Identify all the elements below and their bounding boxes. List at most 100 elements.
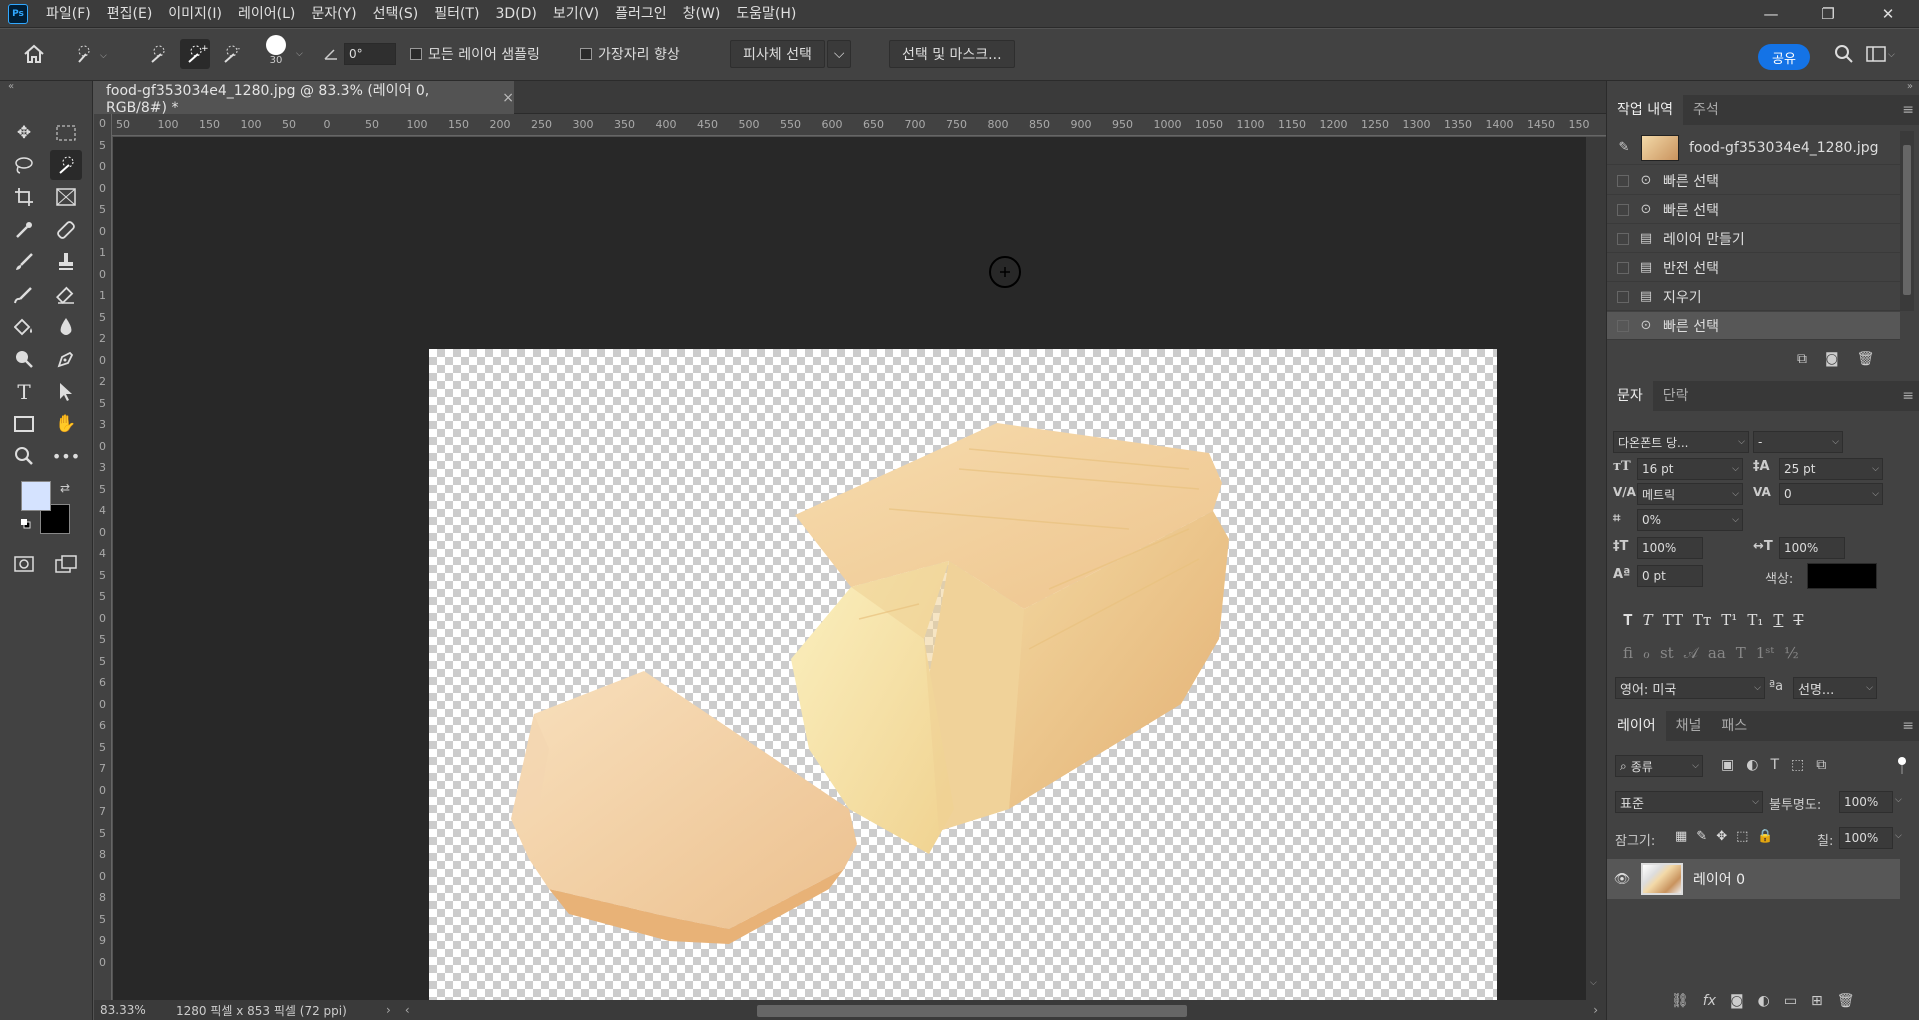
history-brush-tool-icon[interactable]	[8, 280, 40, 310]
history-scroll-thumb[interactable]	[1903, 145, 1911, 295]
hand-tool-icon[interactable]: ✋	[50, 409, 82, 439]
discretionary-ligature-icon[interactable]: st	[1660, 644, 1674, 662]
new-layer-icon[interactable]: ⊞	[1811, 993, 1823, 1009]
clone-stamp-tool-icon[interactable]	[50, 247, 82, 277]
lasso-tool-icon[interactable]	[8, 150, 40, 180]
tab-paragraph[interactable]: 단락	[1653, 381, 1699, 411]
type-layer-filter-icon[interactable]: T	[1770, 757, 1779, 773]
type-tool-icon[interactable]: T	[8, 377, 40, 407]
leading-input[interactable]: 25 pt ⌵	[1779, 458, 1883, 480]
brush-tool-icon[interactable]	[8, 247, 40, 277]
angle-input[interactable]: 0°	[344, 43, 396, 65]
new-group-icon[interactable]: ▭	[1784, 993, 1797, 1009]
dodge-tool-icon[interactable]	[8, 344, 40, 374]
blend-mode-select[interactable]: 표준 ⌵	[1615, 791, 1763, 813]
fx-icon[interactable]: fx	[1703, 993, 1716, 1009]
history-scrollbar[interactable]	[1900, 131, 1914, 311]
menu-item[interactable]: 창(W)	[675, 0, 729, 28]
history-item[interactable]: ▤ 레이어 만들기	[1607, 225, 1900, 253]
horizontal-scale-input[interactable]: 100%	[1779, 537, 1845, 559]
chevron-down-icon[interactable]: ⌵	[296, 39, 303, 69]
add-mask-icon[interactable]: ◙	[1730, 993, 1744, 1009]
lock-image-icon[interactable]: ✎	[1696, 829, 1707, 844]
path-selection-tool-icon[interactable]	[50, 377, 82, 407]
layer-name[interactable]: 레이어 0	[1693, 869, 1745, 889]
menu-item[interactable]: 레이어(L)	[230, 0, 303, 28]
eyedropper-tool-icon[interactable]	[8, 215, 40, 245]
marquee-tool-icon[interactable]	[50, 118, 82, 148]
kerning-select[interactable]: 메트릭 ⌵	[1637, 483, 1743, 505]
tab-channels[interactable]: 채널	[1666, 711, 1712, 741]
opacity-input[interactable]: 100%	[1839, 791, 1893, 813]
foreground-color-swatch[interactable]	[21, 481, 51, 511]
tsume-select[interactable]: 0% ⌵	[1637, 509, 1743, 531]
filter-toggle-icon[interactable]	[1897, 757, 1907, 774]
history-brush-checkbox[interactable]	[1617, 290, 1629, 303]
trash-icon[interactable]: 🗑	[1837, 993, 1855, 1009]
lock-all-icon[interactable]: 🔒	[1757, 829, 1773, 844]
rectangle-tool-icon[interactable]	[8, 409, 40, 439]
link-layers-icon[interactable]: ⛓	[1671, 993, 1689, 1009]
tab-layers[interactable]: 레이어	[1607, 711, 1666, 741]
quick-mask-icon[interactable]	[8, 549, 40, 579]
minimize-button[interactable]: —	[1743, 0, 1799, 28]
shape-layer-filter-icon[interactable]: ⬚	[1791, 757, 1804, 773]
collapse-arrows-icon[interactable]: «	[8, 81, 14, 92]
select-subject-dropdown-icon[interactable]: ⌵	[826, 40, 852, 68]
superscript-icon[interactable]: T¹	[1721, 611, 1737, 629]
quick-selection-tool-icon[interactable]	[50, 150, 82, 180]
healing-brush-tool-icon[interactable]	[50, 215, 82, 245]
stylistic-alternates-icon[interactable]: aa	[1708, 644, 1726, 662]
scroll-left-icon[interactable]: ‹	[405, 1003, 410, 1017]
more-tools-icon[interactable]: •••	[50, 441, 82, 471]
new-document-from-state-icon[interactable]: ⧉	[1797, 351, 1807, 367]
history-item[interactable]: ⊙ 빠른 선택	[1607, 312, 1900, 340]
blur-tool-icon[interactable]	[50, 312, 82, 342]
scroll-right-icon[interactable]: ›	[1593, 1003, 1598, 1017]
workspace-icon[interactable]: ⌵	[1866, 39, 1896, 69]
tab-paths[interactable]: 패스	[1711, 711, 1757, 741]
frame-tool-icon[interactable]	[50, 182, 82, 212]
ligature-icon[interactable]: ﬁ	[1623, 644, 1633, 662]
menu-item[interactable]: 파일(F)	[38, 0, 99, 28]
scroll-down-icon[interactable]: ⌵	[1590, 978, 1597, 988]
history-brush-checkbox[interactable]	[1617, 174, 1629, 187]
vertical-scale-input[interactable]: 100%	[1637, 537, 1703, 559]
baseline-shift-input[interactable]: 0 pt	[1637, 565, 1703, 587]
document-tab[interactable]: food-gf353034e4_1280.jpg @ 83.3% (레이어 0,…	[94, 81, 514, 116]
strikethrough-icon[interactable]: T	[1793, 611, 1803, 629]
add-to-selection-brush-icon[interactable]: +	[180, 39, 210, 69]
panel-menu-icon[interactable]: ≡	[1902, 718, 1914, 734]
menu-item[interactable]: 도움말(H)	[728, 0, 804, 28]
new-adjustment-icon[interactable]: ◐	[1758, 993, 1770, 1009]
panel-menu-icon[interactable]: ≡	[1902, 388, 1914, 404]
underline-icon[interactable]: T	[1773, 611, 1783, 629]
history-item[interactable]: ▤ 지우기	[1607, 283, 1900, 311]
text-color-swatch[interactable]	[1807, 563, 1877, 589]
history-brush-checkbox[interactable]	[1617, 232, 1629, 245]
tab-notes[interactable]: 주석	[1683, 95, 1729, 125]
faux-bold-icon[interactable]: 𝐓	[1623, 611, 1633, 629]
font-size-input[interactable]: 16 pt ⌵	[1637, 458, 1743, 480]
screen-mode-icon[interactable]	[50, 549, 82, 579]
restore-button[interactable]: ❐	[1800, 0, 1856, 28]
tab-character[interactable]: 문자	[1607, 381, 1653, 411]
history-brush-checkbox[interactable]	[1617, 261, 1629, 274]
menu-item[interactable]: 보기(V)	[545, 0, 607, 28]
select-subject-button[interactable]: 피사체 선택	[730, 40, 825, 68]
history-snapshot[interactable]: ✎ food-gf353034e4_1280.jpg	[1607, 131, 1900, 165]
eraser-tool-icon[interactable]	[50, 280, 82, 310]
language-select[interactable]: 영어: 미국 ⌵	[1615, 677, 1765, 699]
swash-icon[interactable]: 𝒜	[1684, 644, 1698, 662]
pen-tool-icon[interactable]	[50, 344, 82, 374]
sample-all-layers-checkbox[interactable]: 모든 레이어 샘플링	[410, 39, 540, 69]
quick-select-tool-preset-icon[interactable]: ⌵	[74, 39, 108, 69]
history-brush-checkbox[interactable]	[1617, 319, 1629, 332]
menu-item[interactable]: 선택(S)	[365, 0, 427, 28]
tracking-input[interactable]: 0 ⌵	[1779, 483, 1883, 505]
trash-icon[interactable]: 🗑	[1857, 351, 1875, 367]
default-colors-icon[interactable]	[21, 518, 31, 529]
tab-history[interactable]: 작업 내역	[1607, 95, 1683, 125]
vertical-scrollbar[interactable]: ⌵	[1586, 137, 1606, 1000]
faux-italic-icon[interactable]: 𝑇	[1643, 611, 1653, 629]
